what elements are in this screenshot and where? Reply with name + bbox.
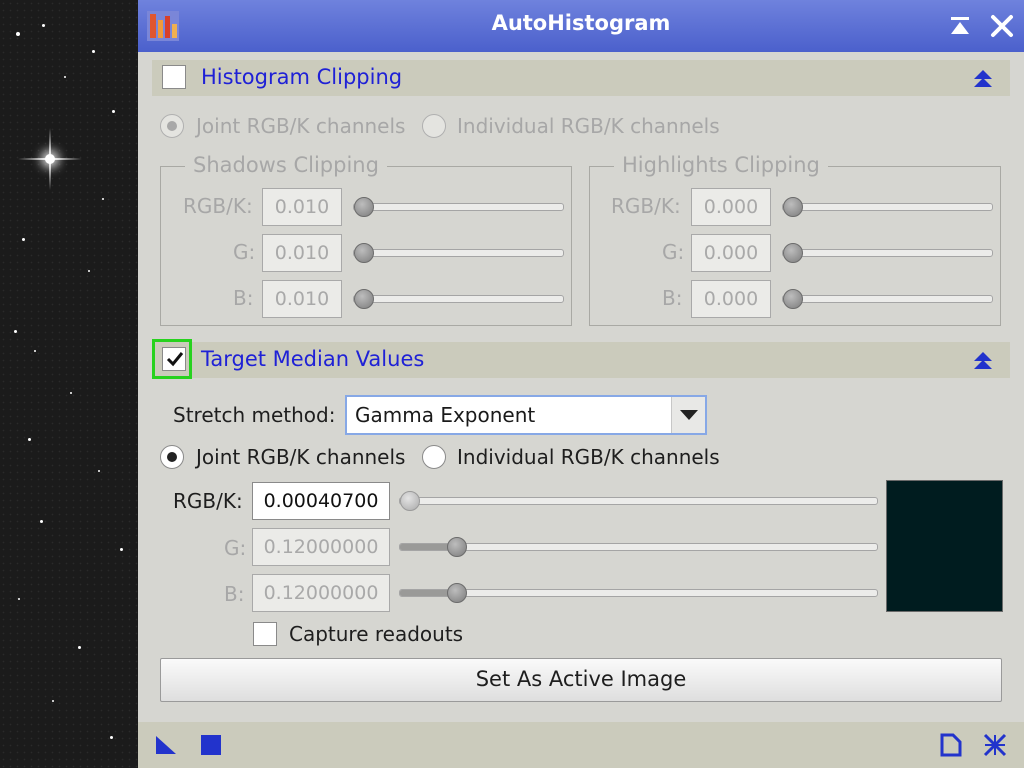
slider-thumb[interactable] [783, 197, 803, 217]
star [88, 270, 90, 272]
apply-global-icon[interactable] [198, 732, 224, 758]
capture-readouts-label: Capture readouts [289, 622, 464, 646]
target-median-title: Target Median Values [201, 347, 425, 371]
star [110, 736, 113, 739]
autohistogram-window: AutoHistogram Histogram Clipping Joint R… [138, 0, 1024, 768]
reset-icon[interactable] [982, 732, 1008, 758]
star [14, 330, 17, 333]
star [16, 32, 20, 36]
median-g-slider[interactable] [399, 537, 878, 557]
shadows-clipping-title: Shadows Clipping [185, 153, 387, 177]
star [112, 110, 115, 113]
median-g-field[interactable]: 0.12000000 [252, 528, 390, 566]
target-median-checkbox[interactable] [162, 347, 186, 371]
star [102, 198, 104, 200]
median-rgbk-label: RGB/K: [173, 489, 243, 513]
chevron-down-icon [680, 410, 698, 420]
shadows-b-slider[interactable] [353, 289, 564, 309]
shadows-g-field[interactable]: 0.010 [262, 234, 342, 272]
star [70, 392, 72, 394]
median-individual-radio[interactable] [422, 445, 446, 469]
slider-thumb[interactable] [354, 289, 374, 309]
document-icon[interactable] [938, 732, 964, 758]
dropdown-button[interactable] [671, 397, 705, 433]
shadows-g-slider[interactable] [353, 243, 564, 263]
clipping-joint-radio[interactable] [160, 114, 184, 138]
slider-thumb[interactable] [783, 243, 803, 263]
shadows-rgbk-field[interactable]: 0.010 [262, 188, 342, 226]
stretch-method-label: Stretch method: [173, 403, 336, 427]
star [42, 24, 45, 27]
highlights-b-label: B: [662, 286, 683, 310]
shadows-b-label: B: [233, 286, 254, 310]
clipping-individual-label: Individual RGB/K channels [457, 114, 720, 138]
median-b-label: B: [224, 582, 245, 606]
median-rgbk-slider[interactable] [399, 491, 878, 511]
shadows-rgbk-label: RGB/K: [183, 194, 253, 218]
highlights-g-label: G: [662, 240, 685, 264]
highlights-g-field[interactable]: 0.000 [691, 234, 771, 272]
window-title: AutoHistogram [491, 11, 671, 35]
capture-readouts-checkbox[interactable] [253, 622, 277, 646]
starfield-background [0, 0, 138, 768]
histogram-clipping-title: Histogram Clipping [201, 65, 403, 89]
close-icon[interactable] [989, 12, 1015, 40]
bottom-toolbar [138, 722, 1024, 768]
star [120, 548, 123, 551]
highlights-rgbk-slider[interactable] [782, 197, 993, 217]
collapse-icon[interactable] [972, 69, 994, 89]
median-b-slider[interactable] [399, 583, 878, 603]
shadows-b-field[interactable]: 0.010 [262, 280, 342, 318]
checkmark-icon [166, 352, 184, 367]
radio-dot [167, 121, 177, 131]
radio-dot [167, 452, 177, 462]
stretch-method-select[interactable]: Gamma Exponent [345, 395, 707, 435]
target-median-header[interactable]: Target Median Values [152, 342, 1010, 378]
median-color-swatch [886, 480, 1003, 612]
slider-thumb[interactable] [354, 197, 374, 217]
star [18, 598, 20, 600]
median-joint-radio[interactable] [160, 445, 184, 469]
star [64, 76, 66, 78]
median-joint-label: Joint RGB/K channels [196, 445, 406, 469]
median-rgbk-field[interactable]: 0.00040700 [252, 482, 390, 520]
histogram-clipping-checkbox[interactable] [162, 65, 186, 89]
highlights-rgbk-field[interactable]: 0.000 [691, 188, 771, 226]
star [98, 470, 100, 472]
collapse-icon[interactable] [972, 351, 994, 371]
shadows-rgbk-slider[interactable] [353, 197, 564, 217]
slider-thumb[interactable] [400, 491, 420, 511]
stretch-method-value: Gamma Exponent [355, 403, 536, 427]
clipping-joint-label: Joint RGB/K channels [196, 114, 406, 138]
highlights-g-slider[interactable] [782, 243, 993, 263]
star [34, 350, 36, 352]
shade-icon[interactable] [948, 14, 972, 38]
slider-thumb[interactable] [447, 537, 467, 557]
bright-star [45, 154, 55, 164]
median-b-field[interactable]: 0.12000000 [252, 574, 390, 612]
highlights-clipping-title: Highlights Clipping [614, 153, 828, 177]
star [78, 646, 81, 649]
set-as-active-image-button[interactable]: Set As Active Image [160, 658, 1002, 702]
star [40, 520, 43, 523]
star [22, 238, 25, 241]
highlights-rgbk-label: RGB/K: [611, 194, 681, 218]
median-g-label: G: [224, 536, 247, 560]
shadows-g-label: G: [233, 240, 256, 264]
new-instance-icon[interactable] [154, 732, 180, 758]
slider-thumb[interactable] [354, 243, 374, 263]
highlights-b-slider[interactable] [782, 289, 993, 309]
star [52, 700, 54, 702]
median-individual-label: Individual RGB/K channels [457, 445, 720, 469]
slider-thumb[interactable] [447, 583, 467, 603]
title-bar[interactable]: AutoHistogram [138, 0, 1024, 52]
histogram-clipping-header[interactable]: Histogram Clipping [152, 60, 1010, 96]
slider-thumb[interactable] [783, 289, 803, 309]
highlights-b-field[interactable]: 0.000 [691, 280, 771, 318]
star [28, 438, 31, 441]
star [92, 50, 95, 53]
clipping-individual-radio[interactable] [422, 114, 446, 138]
